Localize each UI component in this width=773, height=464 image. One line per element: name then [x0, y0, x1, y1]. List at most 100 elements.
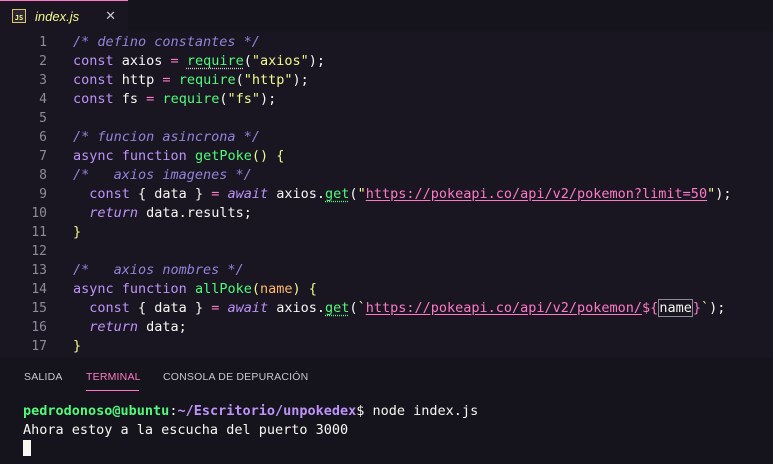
code-token: function [121, 281, 195, 297]
code-token: axios [121, 53, 163, 69]
code-token: get [325, 300, 350, 316]
line-number: 6 [39, 130, 47, 145]
code-line[interactable]: 5 [0, 109, 773, 128]
line-number: 3 [39, 73, 47, 88]
line-number: 14 [31, 282, 47, 297]
code-line[interactable]: 10 return data.results; [0, 204, 773, 223]
code-token: = [211, 300, 228, 316]
code-content: } [73, 337, 81, 356]
tab-filename: index.js [35, 8, 80, 24]
code-token: async [73, 148, 122, 164]
code-content: /* axios nombres */ [73, 261, 244, 280]
code-line[interactable]: 11} [0, 223, 773, 242]
code-token: data [146, 205, 179, 221]
code-token: ); [709, 300, 726, 316]
code-content: async function getPoke() { [73, 147, 284, 166]
code-line[interactable]: 12 [0, 242, 773, 261]
code-token: axios [276, 300, 317, 316]
code-token: axios [276, 186, 317, 202]
code-token: name [259, 281, 293, 297]
code-token: ` [700, 300, 710, 316]
code-token: = [154, 72, 179, 88]
code-token: ); [260, 91, 277, 107]
code-token: ; [243, 205, 252, 221]
line-number: 16 [31, 320, 47, 335]
code-token: ( [243, 53, 252, 69]
code-content: const { data } = await axios.get(`https:… [73, 299, 725, 318]
code-token: ); [292, 72, 309, 88]
close-icon[interactable]: ✕ [105, 8, 116, 24]
code-token: name [658, 299, 693, 317]
line-number: 8 [39, 168, 47, 183]
code-line[interactable]: 2 const axios = require("axios"); [0, 52, 773, 71]
code-token: ( [349, 186, 358, 202]
code-token: } [186, 186, 212, 202]
code-line[interactable]: 7 async function getPoke() { [0, 147, 773, 166]
code-line[interactable]: 14 async function allPoke(name) { [0, 280, 773, 299]
code-line[interactable]: 3 const http = require("http"); [0, 71, 773, 90]
code-line[interactable]: 1 /* defino constantes */ [0, 33, 773, 52]
line-number: 1 [39, 35, 47, 50]
code-content: const axios = require("axios"); [73, 52, 325, 71]
code-token: = [138, 91, 163, 107]
code-token: https://pokeapi.co/api/v2/pokemon/ [365, 300, 643, 316]
code-content: /* funcion asincrona */ [73, 128, 260, 147]
tab-terminal[interactable]: TERMINAL [86, 371, 141, 383]
code-token: ) { [292, 281, 317, 297]
code-token: " [707, 186, 716, 202]
code-line[interactable]: 6 /* funcion asincrona */ [0, 128, 773, 147]
code-token: const [73, 91, 122, 107]
line-number: 17 [31, 339, 47, 354]
code-token: allPoke [194, 281, 252, 297]
code-token: const [73, 53, 122, 69]
code-line[interactable]: 17} [0, 337, 773, 356]
code-token: = [211, 186, 228, 202]
code-token: await [227, 300, 277, 316]
code-token: data [154, 300, 187, 316]
line-number: 5 [39, 111, 47, 126]
code-token: . [178, 205, 187, 221]
code-token: ` [357, 300, 366, 316]
code-line[interactable]: 9 const { data } = await axios.get("http… [0, 185, 773, 204]
code-token: await [227, 186, 277, 202]
code-token: const [73, 72, 122, 88]
editor-tab-bar: JS index.js ✕ [0, 0, 773, 31]
code-line[interactable]: 4 const fs = require("fs"); [0, 90, 773, 109]
bottom-panel: SALIDA TERMINAL CONSOLA DE DEPURACIÓN pe… [0, 358, 773, 464]
code-token: () { [251, 148, 285, 164]
code-editor[interactable]: 1 /* defino constantes */ 2 const axios = r… [0, 31, 773, 358]
terminal-output[interactable]: pedrodonoso@ubuntu:~/Escritorio/unpokede… [0, 396, 773, 464]
tab-consola-depuracion[interactable]: CONSOLA DE DEPURACIÓN [163, 371, 308, 383]
code-content: const { data } = await axios.get("https:… [73, 185, 731, 204]
code-token: require [162, 91, 220, 107]
code-token: . [316, 186, 326, 202]
code-token: const [73, 186, 139, 202]
line-number: 10 [31, 206, 47, 221]
code-token: /* axios imagenes */ [73, 167, 252, 183]
tab-salida[interactable]: SALIDA [24, 371, 63, 383]
code-token: /* funcion asincrona */ [73, 129, 260, 145]
line-number: 4 [39, 92, 47, 107]
code-token: ( [235, 72, 244, 88]
code-token: "http" [243, 72, 293, 88]
code-line[interactable]: 13 /* axios nombres */ [0, 261, 773, 280]
terminal-prompt-line: pedrodonoso@ubuntu:~/Escritorio/unpokede… [23, 402, 478, 421]
code-content: } [73, 223, 81, 242]
code-line[interactable]: 16 return data; [0, 318, 773, 337]
line-number: 7 [39, 149, 47, 164]
code-token: /* defino constantes */ [73, 34, 260, 50]
line-number: 11 [31, 225, 47, 240]
active-tab-indicator [86, 390, 139, 391]
prompt-user: pedrodonoso@ubuntu [23, 403, 170, 419]
code-content: const http = require("http"); [73, 71, 309, 90]
code-content: /* axios imagenes */ [73, 166, 252, 185]
javascript-file-icon: JS [12, 9, 26, 23]
code-token: = [162, 53, 187, 69]
tab-index-js[interactable]: JS index.js ✕ [0, 0, 128, 31]
code-line[interactable]: 15 const { data } = await axios.get(`htt… [0, 299, 773, 318]
code-token: ${ [642, 300, 659, 316]
code-line[interactable]: 8 /* axios imagenes */ [0, 166, 773, 185]
code-token: data [154, 186, 187, 202]
panel-tabs: SALIDA TERMINAL CONSOLA DE DEPURACIÓN [0, 358, 773, 396]
code-token: getPoke [194, 148, 252, 164]
